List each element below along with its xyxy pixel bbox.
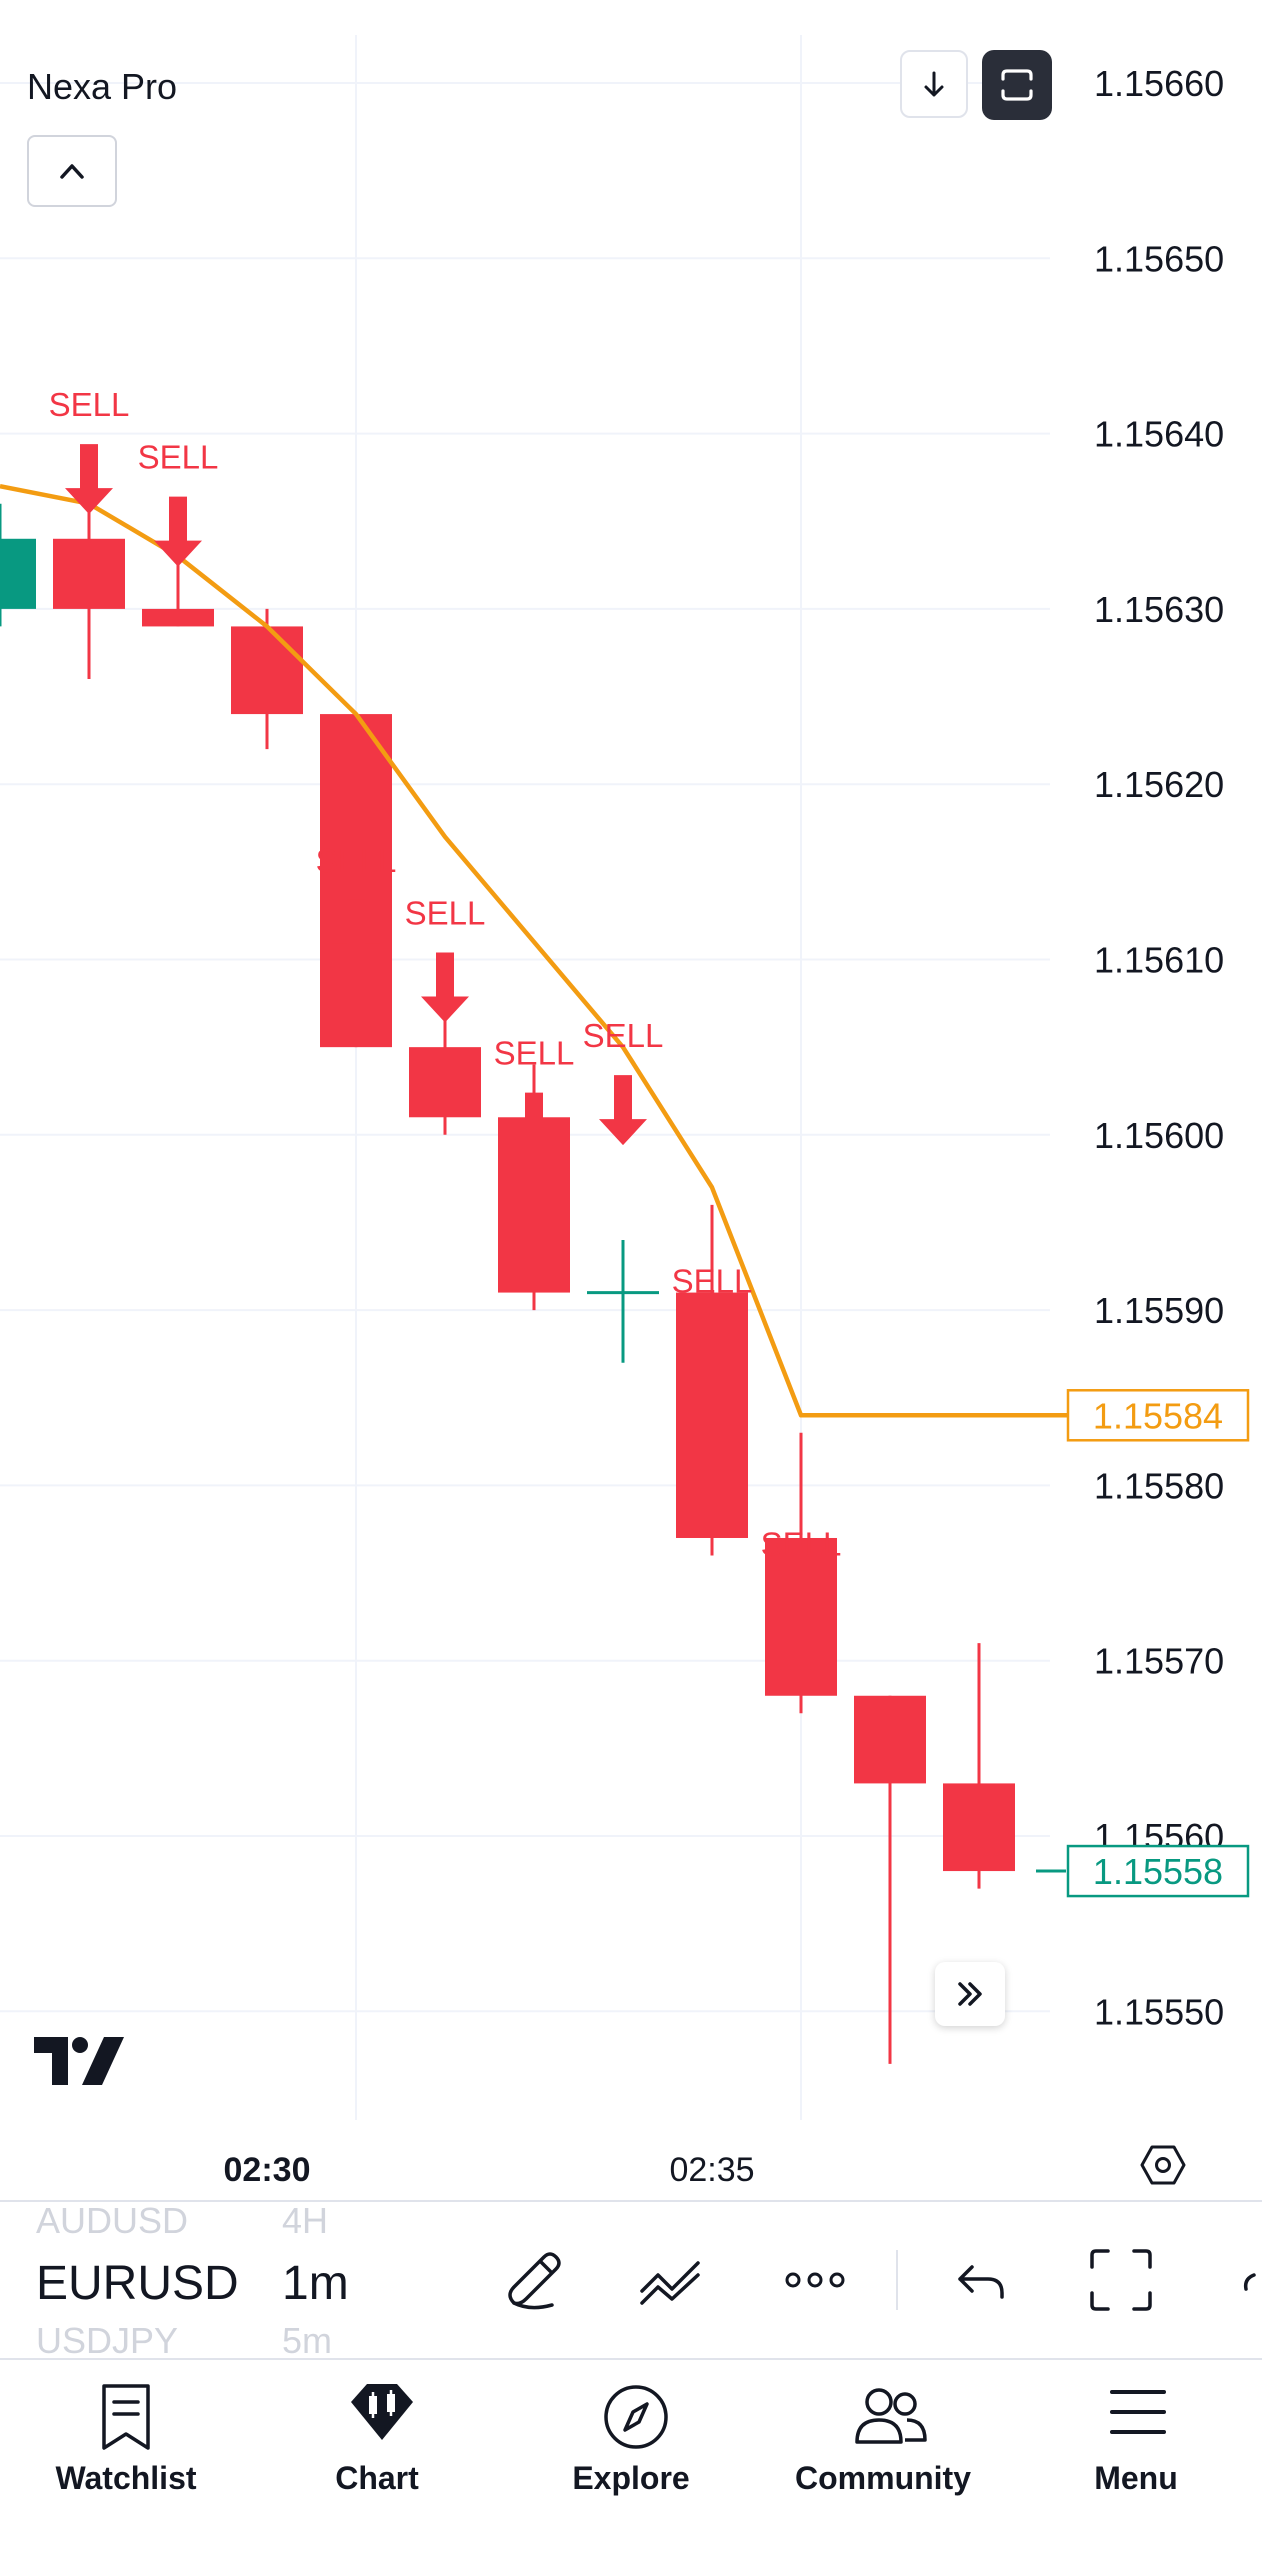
double-chevron-right-icon [958, 1982, 982, 2006]
y-axis-tick-label: 1.15640 [1094, 414, 1224, 455]
candle-body [320, 714, 392, 1048]
y-axis-tick-label: 1.15620 [1094, 764, 1224, 805]
brush-draw-icon[interactable] [500, 2245, 570, 2315]
tradingview-logo[interactable] [34, 2035, 126, 2087]
nav-watchlist-label: Watchlist [55, 2460, 197, 2496]
sell-signal-label: SELL [316, 842, 397, 879]
sell-signal-label: SELL [583, 1017, 664, 1054]
y-axis-tick-label: 1.15590 [1094, 1290, 1224, 1331]
toolbar-divider [896, 2250, 898, 2310]
indicator-name[interactable]: Nexa Pro [27, 66, 177, 108]
sell-signal-label: SELL [494, 1035, 575, 1072]
x-axis-tick-label: 02:35 [669, 2151, 754, 2189]
arrow-down-icon [924, 71, 944, 97]
bottom-navigation: Watchlist Chart Explore Community Menu [0, 2358, 1262, 2562]
symbol-option-next[interactable]: USDJPY [36, 2320, 178, 2362]
symbol-selector[interactable]: EURUSD [36, 2256, 239, 2311]
nav-community[interactable]: Community [783, 2360, 983, 2520]
scroll-to-realtime-button[interactable] [900, 50, 968, 118]
nav-community-label: Community [795, 2460, 971, 2496]
candle-body [409, 1047, 481, 1118]
nav-explore-label: Explore [572, 2460, 690, 2496]
hamburger-menu-icon [1110, 2390, 1166, 2434]
more-options-icon[interactable] [780, 2245, 850, 2315]
fullscreen-toggle-button[interactable] [982, 50, 1052, 120]
collapse-button[interactable] [27, 135, 117, 207]
y-axis-tick-label: 1.15650 [1094, 238, 1224, 279]
y-axis-tick-label: 1.15570 [1094, 1641, 1224, 1682]
symbol-option-prev[interactable]: AUDUSD [36, 2200, 188, 2242]
fullscreen-icon[interactable] [1086, 2245, 1156, 2315]
candle-body [0, 538, 36, 609]
undo-icon[interactable] [946, 2245, 1016, 2315]
candle-body [53, 538, 125, 609]
y-axis-tick-label: 1.15660 [1094, 63, 1224, 104]
nav-watchlist[interactable]: Watchlist [26, 2360, 226, 2520]
y-axis-tick-label: 1.15580 [1094, 1465, 1224, 1506]
watchlist-icon [102, 2384, 150, 2450]
settings-icon[interactable] [1140, 2142, 1186, 2188]
interval-option-prev[interactable]: 4H [282, 2200, 328, 2242]
chart-icon [351, 2384, 413, 2440]
candle-body [943, 1783, 1015, 1872]
interval-option-next[interactable]: 5m [282, 2320, 332, 2362]
frame-icon [1001, 69, 1033, 101]
sell-signal-arrow [421, 952, 469, 1023]
sell-signal-label: SELL [672, 1263, 753, 1300]
price-label-value: 1.15584 [1093, 1395, 1223, 1436]
price-chart[interactable]: SELLSELLSELLSELLSELL SELLSELLSELL1.156601… [0, 0, 1262, 2200]
y-axis-tick-label: 1.15630 [1094, 589, 1224, 630]
x-axis-tick-label: 02:30 [224, 2151, 311, 2189]
trend-lines-icon[interactable] [636, 2245, 710, 2315]
nav-explore[interactable]: Explore [531, 2360, 731, 2520]
sell-signal-label: SELL [138, 439, 219, 476]
sell-signal-label: SELL [761, 1526, 842, 1563]
sell-signal-arrow [154, 496, 202, 567]
nav-chart-label: Chart [335, 2460, 419, 2496]
nav-menu[interactable]: Menu [1036, 2360, 1236, 2520]
candle-body [854, 1695, 926, 1784]
y-axis-tick-label: 1.15610 [1094, 940, 1224, 981]
compass-icon [604, 2385, 668, 2449]
nav-chart[interactable]: Chart [277, 2360, 477, 2520]
go-to-latest-button[interactable] [935, 1962, 1005, 2026]
price-label-value: 1.15558 [1093, 1851, 1223, 1892]
nav-menu-label: Menu [1094, 2460, 1178, 2496]
toolbar-top-divider [0, 2200, 1262, 2202]
sell-signal-label: SELL [405, 894, 486, 931]
y-axis-tick-label: 1.15550 [1094, 1991, 1224, 2032]
y-axis-tick-label: 1.15600 [1094, 1115, 1224, 1156]
candle-body [231, 626, 303, 715]
community-icon [855, 2388, 927, 2444]
interval-selector[interactable]: 1m [282, 2256, 349, 2311]
candle-body [142, 608, 214, 627]
sell-signal-label: SELL [49, 386, 130, 423]
sell-signal-arrow [65, 444, 113, 515]
chevron-up-icon [60, 164, 84, 179]
partial-tool-icon[interactable] [1240, 2245, 1262, 2315]
